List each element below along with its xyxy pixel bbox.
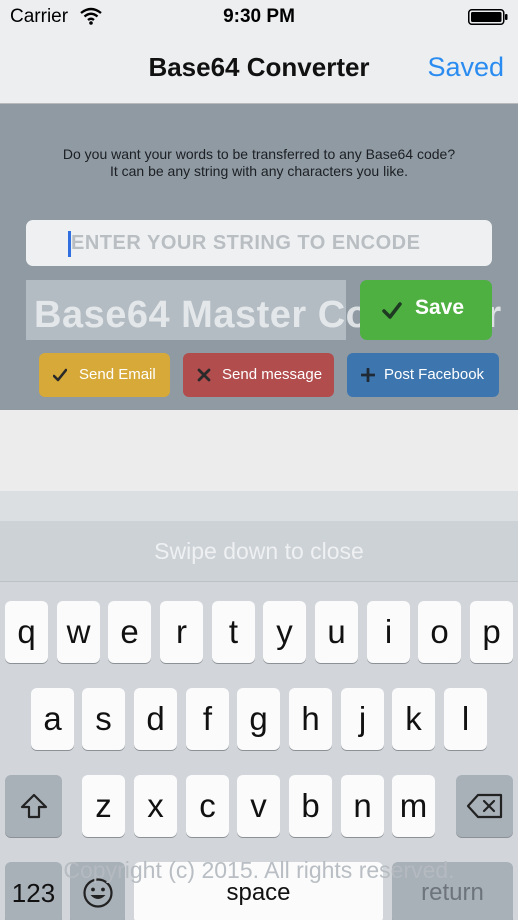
swipe-hint-bar[interactable]: Swipe down to close — [0, 521, 518, 582]
saved-button[interactable]: Saved — [427, 52, 504, 83]
post-facebook-label: Post Facebook — [384, 366, 485, 383]
key-m[interactable]: m — [392, 775, 435, 837]
key-n[interactable]: n — [341, 775, 384, 837]
send-email-button[interactable]: Send Email — [39, 353, 170, 397]
space-key[interactable]: space — [134, 862, 383, 920]
key-h[interactable]: h — [289, 688, 332, 750]
send-message-label: Send message — [222, 366, 323, 383]
shift-key[interactable] — [5, 775, 62, 837]
checkmark-icon — [53, 368, 67, 382]
backspace-key[interactable] — [456, 775, 513, 837]
key-o[interactable]: o — [418, 601, 461, 663]
key-a[interactable]: a — [31, 688, 74, 750]
key-g[interactable]: g — [237, 688, 280, 750]
key-c[interactable]: c — [186, 775, 229, 837]
status-bar: Carrier 9:30 PM — [0, 0, 518, 34]
keyboard-gap — [0, 491, 518, 521]
key-z[interactable]: z — [82, 775, 125, 837]
key-d[interactable]: d — [134, 688, 177, 750]
key-p[interactable]: p — [470, 601, 513, 663]
numbers-key[interactable]: 123 — [5, 862, 62, 920]
main-content: Do you want your words to be transferred… — [0, 104, 518, 410]
checkmark-icon — [382, 302, 402, 319]
prompt-line-1: Do you want your words to be transferred… — [62, 146, 456, 162]
clock: 9:30 PM — [223, 6, 295, 27]
battery-icon — [468, 9, 508, 25]
key-f[interactable]: f — [186, 688, 229, 750]
key-q[interactable]: q — [5, 601, 48, 663]
key-y[interactable]: y — [263, 601, 306, 663]
key-i[interactable]: i — [367, 601, 410, 663]
swipe-hint: Swipe down to close — [154, 538, 364, 564]
save-button-label: Save — [415, 296, 465, 319]
key-u[interactable]: u — [315, 601, 358, 663]
encode-input[interactable] — [71, 220, 481, 266]
key-x[interactable]: x — [134, 775, 177, 837]
keyboard: Swipe down to close q w e r t y u i o p … — [0, 521, 518, 920]
return-key[interactable]: return — [392, 862, 513, 920]
key-l[interactable]: l — [444, 688, 487, 750]
send-email-label: Send Email — [79, 366, 156, 383]
key-k[interactable]: k — [392, 688, 435, 750]
save-button[interactable]: Save — [360, 280, 492, 340]
key-v[interactable]: v — [237, 775, 280, 837]
key-e[interactable]: e — [108, 601, 151, 663]
key-w[interactable]: w — [57, 601, 100, 663]
post-facebook-button[interactable]: Post Facebook — [347, 353, 499, 397]
key-t[interactable]: t — [212, 601, 255, 663]
encode-input-container[interactable] — [26, 220, 492, 266]
backspace-icon — [466, 793, 502, 819]
prompt-text: Do you want your words to be transferred… — [0, 146, 518, 180]
key-j[interactable]: j — [341, 688, 384, 750]
blank-area — [0, 410, 518, 491]
prompt-line-2: It can be any string with any characters… — [109, 163, 409, 179]
key-b[interactable]: b — [289, 775, 332, 837]
shift-icon — [20, 793, 47, 819]
emoji-key[interactable] — [70, 862, 125, 920]
plus-icon — [361, 368, 375, 382]
emoji-icon — [82, 878, 113, 908]
send-message-button[interactable]: Send message — [183, 353, 334, 397]
times-icon — [197, 368, 211, 382]
navigation-bar: Base64 Converter Saved — [0, 34, 518, 104]
key-r[interactable]: r — [160, 601, 203, 663]
key-s[interactable]: s — [82, 688, 125, 750]
